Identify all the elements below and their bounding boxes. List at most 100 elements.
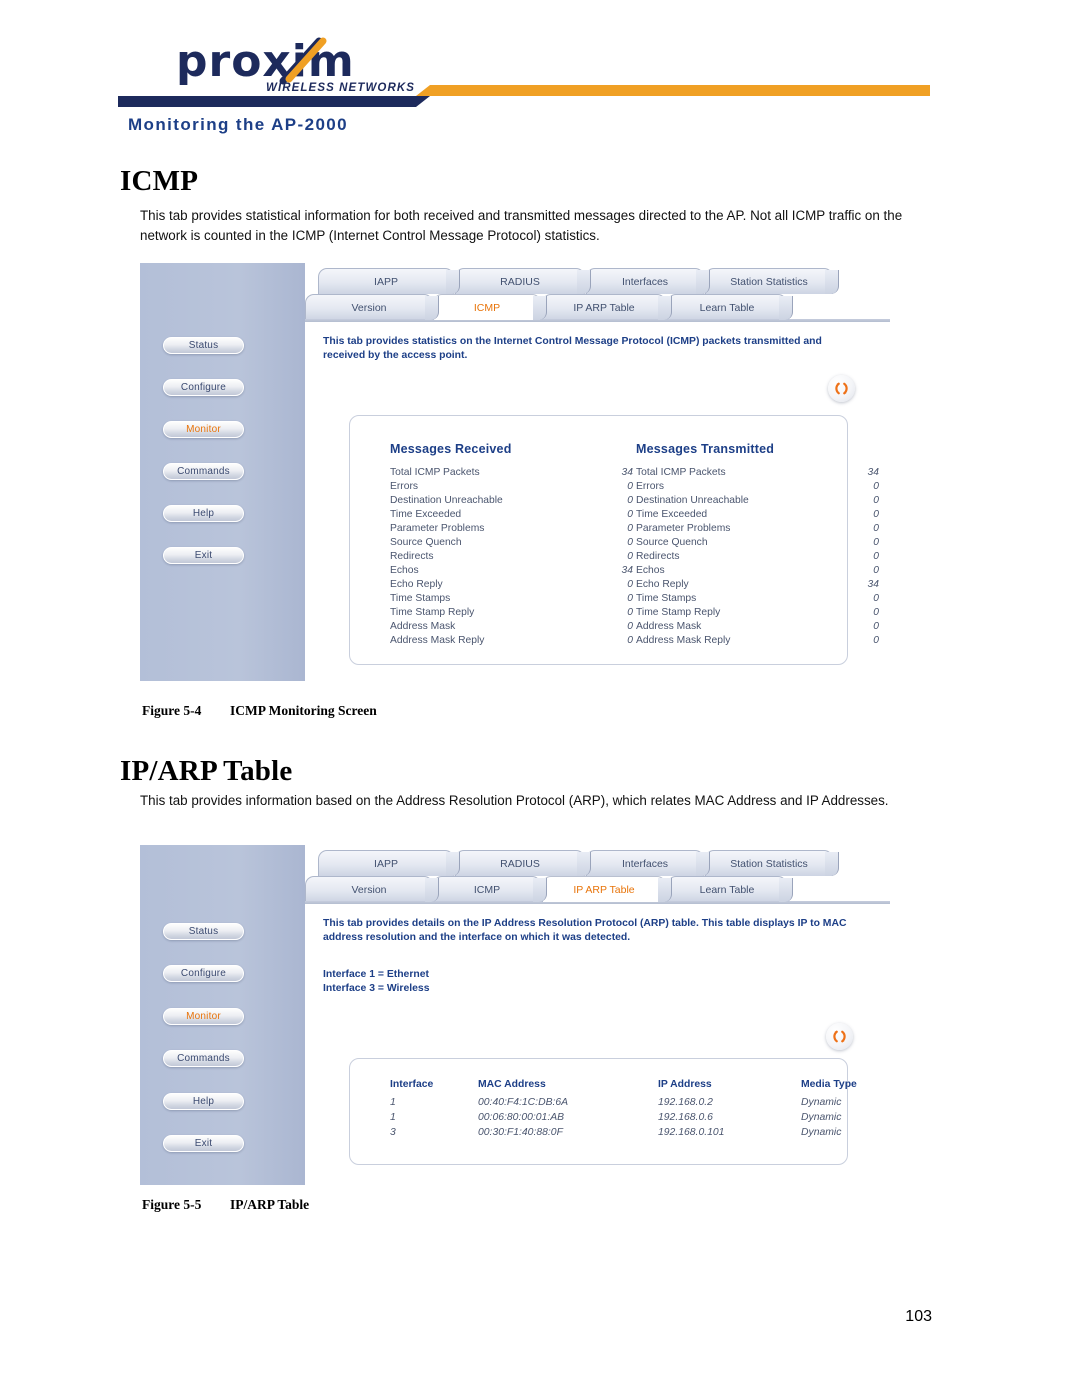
stat-row: Total ICMP Packets 34	[636, 466, 879, 480]
panel-description: This tab provides statistics on the Inte…	[323, 336, 822, 361]
stat-label: Destination Unreachable	[636, 495, 749, 506]
tab-notch	[577, 270, 591, 294]
cell-interface: 1	[390, 1112, 396, 1123]
page-header: proxim WIRELESS NETWORKS Monitoring the …	[0, 0, 1080, 148]
tab-ip-arp-table[interactable]: IP ARP Table	[542, 876, 666, 902]
cell-media-type: Dynamic	[801, 1097, 842, 1108]
cell-interface: 3	[390, 1127, 396, 1138]
sidebar-button-commands[interactable]: Commands	[163, 463, 244, 480]
icmp-statistics-card: Messages Received Total ICMP Packets 34 Er…	[349, 415, 879, 665]
tab-interfaces[interactable]: Interfaces	[586, 268, 704, 294]
stat-label: Total ICMP Packets	[390, 467, 480, 478]
stat-value: 0	[627, 621, 633, 632]
proxim-logo: proxim WIRELESS NETWORKS	[176, 36, 414, 94]
stat-label: Time Stamp Reply	[390, 607, 475, 618]
sidebar-button-configure[interactable]: Configure	[163, 965, 244, 982]
stat-label: Source Quench	[636, 537, 708, 548]
tab-notch	[577, 852, 591, 876]
tab-radius[interactable]: RADIUS	[455, 268, 585, 294]
tabrow-top: IAPP RADIUS Interfaces Station Statistic…	[305, 850, 890, 876]
refresh-icon[interactable]	[828, 375, 855, 402]
tab-station-statistics[interactable]: Station Statistics	[705, 850, 833, 876]
app-sidebar: Status Configure Monitor Commands Help E…	[140, 263, 305, 681]
sidebar-button-help[interactable]: Help	[163, 1093, 244, 1110]
tab-iapp[interactable]: IAPP	[318, 268, 454, 294]
sidebar-button-configure[interactable]: Configure	[163, 379, 244, 396]
sidebar-button-exit[interactable]: Exit	[163, 1135, 244, 1152]
stat-value: 0	[873, 635, 879, 646]
header-rule-orange-tip	[416, 85, 430, 96]
tab-interfaces[interactable]: Interfaces	[586, 850, 704, 876]
tabrow-top: IAPP RADIUS Interfaces Station Statistic…	[305, 268, 890, 294]
refresh-glyph	[835, 382, 848, 395]
refresh-icon[interactable]	[826, 1023, 853, 1050]
figure-label: Figure 5-4	[142, 703, 202, 718]
table-row: 3 00:30:F1:40:88:0F 192.168.0.101 Dynamic	[390, 1125, 890, 1140]
cell-interface: 1	[390, 1097, 396, 1108]
tab-ip-arp-table[interactable]: IP ARP Table	[542, 294, 666, 320]
stat-label: Echos	[390, 565, 419, 576]
stat-row: Source Quench 0	[636, 536, 879, 550]
sidebar-button-monitor[interactable]: Monitor	[163, 1008, 244, 1025]
stat-value: 34	[867, 467, 879, 478]
tab-radius[interactable]: RADIUS	[455, 850, 585, 876]
stat-label: Echo Reply	[390, 579, 443, 590]
table-row: 1 00:40:F4:1C:DB:6A 192.168.0.2 Dynamic	[390, 1095, 890, 1110]
column-header-media-type: Media Type	[801, 1079, 857, 1090]
tab-learn-table[interactable]: Learn Table	[667, 876, 787, 902]
stat-label: Address Mask	[390, 621, 456, 632]
tab-icmp[interactable]: ICMP	[433, 294, 541, 320]
tab-notch	[425, 878, 439, 902]
cell-mac-address: 00:06:80:00:01:AB	[478, 1112, 565, 1123]
section-paragraph-icmp: This tab provides statistical informatio…	[140, 208, 903, 243]
stat-value: 0	[873, 621, 879, 632]
tab-station-statistics[interactable]: Station Statistics	[705, 268, 833, 294]
stat-row: Source Quench 0	[390, 536, 633, 550]
cell-ip-address: 192.168.0.6	[658, 1112, 713, 1123]
stat-label: Time Stamp Reply	[636, 607, 721, 618]
stat-row: Destination Unreachable 0	[390, 494, 633, 508]
tabrow-bottom: Version ICMP IP ARP Table Learn Table	[305, 876, 890, 902]
tab-version[interactable]: Version	[305, 294, 433, 320]
stat-value: 0	[627, 593, 633, 604]
stat-row: Redirects 0	[390, 550, 633, 564]
figure-caption-5-5: Figure 5-5 IP/ARP Table	[142, 1197, 309, 1213]
tab-icmp[interactable]: ICMP	[433, 876, 541, 902]
stat-column-title: Messages Received	[390, 442, 512, 456]
stat-value: 0	[627, 607, 633, 618]
arp-table-header: Interface MAC Address IP Address Media T…	[390, 1077, 890, 1092]
stat-value: 0	[873, 523, 879, 534]
tab-notch	[779, 296, 793, 320]
sidebar-button-help[interactable]: Help	[163, 505, 244, 522]
panel-description: This tab provides details on the IP Addr…	[323, 918, 847, 943]
stat-label: Parameter Problems	[390, 523, 485, 534]
logo-wordmark: proxim	[176, 36, 355, 87]
sidebar-button-status[interactable]: Status	[163, 337, 244, 354]
stat-label: Echos	[636, 565, 665, 576]
stat-row: Address Mask 0	[390, 620, 633, 634]
stat-value: 0	[627, 523, 633, 534]
sidebar-button-status[interactable]: Status	[163, 923, 244, 940]
sidebar-button-exit[interactable]: Exit	[163, 547, 244, 564]
tab-notch	[825, 270, 839, 294]
stat-label: Address Mask Reply	[636, 635, 731, 646]
arp-table: Interface MAC Address IP Address Media T…	[390, 1077, 890, 1140]
column-header-interface: Interface	[390, 1079, 434, 1090]
sidebar-button-monitor[interactable]: Monitor	[163, 421, 244, 438]
stat-row: Parameter Problems 0	[636, 522, 879, 536]
figure-label: Figure 5-5	[142, 1197, 202, 1212]
stat-label: Errors	[390, 481, 419, 492]
stat-value: 0	[873, 481, 879, 492]
header-rule-navy	[118, 96, 416, 107]
sidebar-button-commands[interactable]: Commands	[163, 1050, 244, 1067]
tab-learn-table[interactable]: Learn Table	[667, 294, 787, 320]
stat-label: Errors	[636, 481, 665, 492]
figure-title: IP/ARP Table	[230, 1197, 310, 1212]
stat-value: 0	[873, 537, 879, 548]
tab-iapp[interactable]: IAPP	[318, 850, 454, 876]
stat-value: 0	[873, 593, 879, 604]
tab-version[interactable]: Version	[305, 876, 433, 902]
stat-value: 0	[873, 551, 879, 562]
stat-value: 0	[627, 495, 633, 506]
stat-label: Total ICMP Packets	[636, 467, 726, 478]
